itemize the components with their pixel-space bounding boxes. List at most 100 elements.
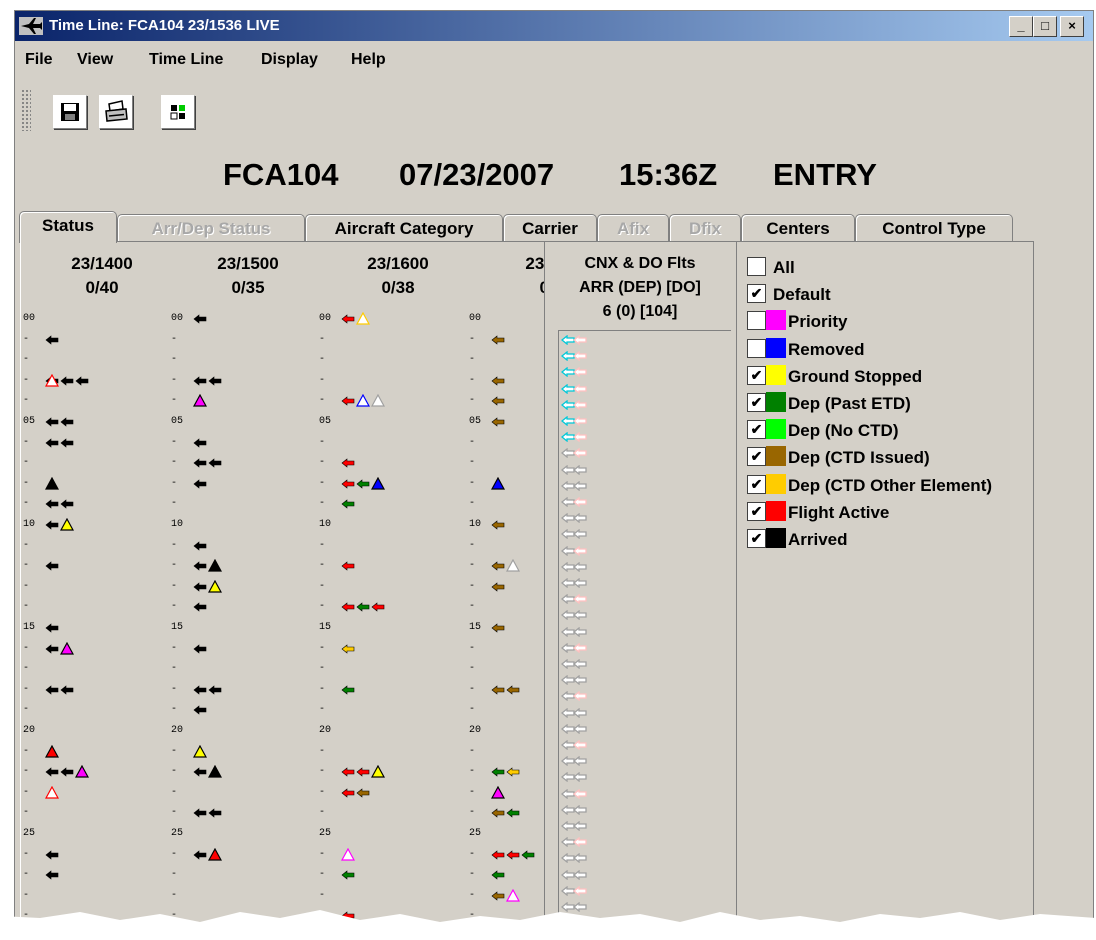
flight-triangle-icon[interactable] [371,394,385,407]
menu-display[interactable]: Display [261,51,318,69]
cnx-arrow-icon[interactable] [573,335,587,345]
flight-arrow-icon[interactable] [193,376,207,386]
flight-arrow-icon[interactable] [491,849,505,860]
flight-arrow-icon[interactable] [341,561,355,571]
cnx-arrow-icon[interactable] [573,351,587,362]
flight-triangle-icon[interactable] [60,641,74,655]
cnx-arrow-icon[interactable] [573,659,587,669]
flight-triangle-icon[interactable] [356,394,370,407]
close-button[interactable]: × [1060,16,1084,37]
cnx-arrow-icon[interactable] [573,448,587,459]
flight-triangle-icon[interactable] [75,765,89,778]
flight-arrow-icon[interactable] [193,705,207,716]
flight-triangle-icon[interactable] [208,579,222,593]
tab-carrier[interactable]: Carrier [503,214,597,242]
tab-aircraft-category[interactable]: Aircraft Category [305,214,503,242]
legend-checkbox[interactable] [747,257,766,276]
flight-arrow-icon[interactable] [45,849,59,860]
flight-arrow-icon[interactable] [491,685,505,695]
flight-arrow-icon[interactable] [341,788,355,798]
flight-arrow-icon[interactable] [341,396,355,407]
tab-control-type[interactable]: Control Type [855,214,1013,242]
flight-triangle-icon[interactable] [208,765,222,778]
tab-status[interactable]: Status [19,211,117,243]
menu-help[interactable]: Help [351,51,386,69]
tab-afix[interactable]: Afix [597,214,669,242]
flight-arrow-icon[interactable] [193,849,207,860]
flight-arrow-icon[interactable] [521,849,535,860]
cnx-arrow-icon[interactable] [573,367,587,378]
flight-triangle-icon[interactable] [208,559,222,572]
cnx-arrow-icon[interactable] [573,804,587,815]
cnx-flight-list[interactable] [558,330,731,923]
flight-arrow-icon[interactable] [45,561,59,571]
flight-arrow-icon[interactable] [491,561,505,571]
flight-arrow-icon[interactable] [356,479,370,489]
cnx-arrow-icon[interactable] [573,497,587,507]
flight-arrow-icon[interactable] [75,376,89,386]
cnx-arrow-icon[interactable] [573,610,587,621]
flight-arrow-icon[interactable] [356,788,370,798]
cnx-arrow-icon[interactable] [573,513,587,524]
cnx-arrow-icon[interactable] [573,432,587,443]
cnx-arrow-icon[interactable] [573,788,587,799]
flight-triangle-icon[interactable] [371,765,385,778]
flight-arrow-icon[interactable] [491,808,505,819]
flight-triangle-icon[interactable] [371,476,385,490]
save-button[interactable] [53,95,87,129]
timeline-grid[interactable]: 23/1400 0/40 23/1500 0/35 23/1600 0/38 2… [21,242,545,923]
flight-arrow-icon[interactable] [506,685,520,695]
flight-arrow-icon[interactable] [45,417,59,427]
flight-arrow-icon[interactable] [506,849,520,860]
flight-arrow-icon[interactable] [45,334,59,345]
legend-button[interactable] [161,95,195,129]
flight-arrow-icon[interactable] [193,540,207,551]
flight-arrow-icon[interactable] [208,808,222,819]
flight-triangle-icon[interactable] [208,847,222,861]
legend-checkbox[interactable]: ✔ [747,284,766,304]
tab-centers[interactable]: Centers [741,214,855,242]
cnx-arrow-icon[interactable] [573,837,587,848]
cnx-arrow-icon[interactable] [573,594,587,605]
flight-arrow-icon[interactable] [208,685,222,695]
tab-arr-dep-status[interactable]: Arr/Dep Status [117,214,305,242]
flight-triangle-icon[interactable] [356,312,370,325]
cnx-arrow-icon[interactable] [573,869,587,880]
flight-arrow-icon[interactable] [341,499,355,510]
flight-arrow-icon[interactable] [45,623,59,633]
flight-arrow-icon[interactable] [491,870,505,880]
flight-arrow-icon[interactable] [60,767,74,777]
flight-arrow-icon[interactable] [193,767,207,777]
flight-triangle-icon[interactable] [506,559,520,572]
flight-triangle-icon[interactable] [491,785,505,799]
cnx-arrow-icon[interactable] [573,723,587,734]
legend-checkbox[interactable]: ✔ [747,447,766,467]
maximize-button[interactable]: □ [1033,16,1057,37]
cnx-arrow-icon[interactable] [573,545,587,556]
cnx-arrow-icon[interactable] [573,529,587,540]
flight-triangle-icon[interactable] [491,476,505,490]
legend-checkbox[interactable]: ✔ [747,365,766,385]
cnx-arrow-icon[interactable] [573,740,587,750]
flight-arrow-icon[interactable] [341,458,355,468]
flight-arrow-icon[interactable] [193,314,207,324]
flight-triangle-icon[interactable] [45,744,59,758]
cnx-arrow-icon[interactable] [573,772,587,783]
flight-arrow-icon[interactable] [60,376,74,386]
cnx-arrow-icon[interactable] [573,853,587,864]
legend-checkbox[interactable]: ✔ [747,393,766,412]
flight-arrow-icon[interactable] [506,808,520,819]
cnx-arrow-icon[interactable] [573,707,587,718]
flight-triangle-icon[interactable] [45,785,59,799]
flight-triangle-icon[interactable] [193,744,207,758]
flight-arrow-icon[interactable] [193,458,207,468]
legend-checkbox[interactable] [747,338,766,358]
flight-arrow-icon[interactable] [491,396,505,407]
flight-arrow-icon[interactable] [45,499,59,510]
flight-arrow-icon[interactable] [193,561,207,571]
flight-triangle-icon[interactable] [45,373,59,387]
cnx-arrow-icon[interactable] [573,464,587,475]
cnx-arrow-icon[interactable] [573,578,587,588]
flight-arrow-icon[interactable] [193,643,207,654]
legend-checkbox[interactable]: ✔ [747,501,766,521]
